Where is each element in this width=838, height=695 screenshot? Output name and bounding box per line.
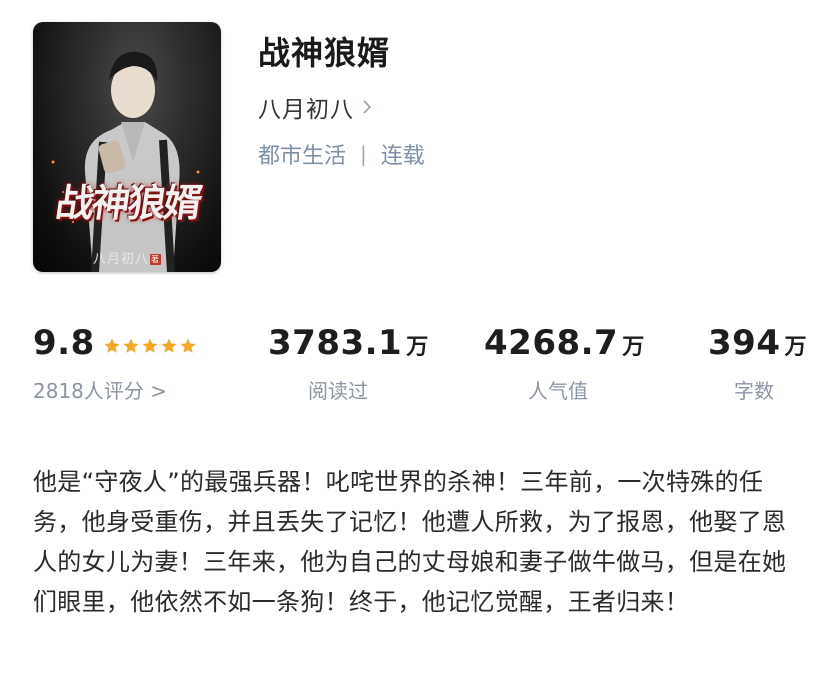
rating-stat: 9.8 2818人评分 > <box>33 323 198 403</box>
words-stat: 394 万 字数 <box>708 323 807 403</box>
popularity-unit: 万 <box>622 335 645 360</box>
reads-stat: 3783.1 万 阅读过 <box>268 323 429 403</box>
status-tag: 连载 <box>380 144 425 169</box>
popularity-stat: 4268.7 万 人气值 <box>484 323 645 403</box>
rating-value: 9.8 <box>33 323 95 363</box>
star-icon <box>123 338 139 353</box>
reads-value: 3783.1 <box>268 323 403 363</box>
cover-artwork <box>51 51 200 272</box>
popularity-value: 4268.7 <box>484 323 619 363</box>
star-icon <box>180 338 196 353</box>
words-label: 字数 <box>734 379 774 403</box>
cover-seal: 著 <box>150 254 161 265</box>
reads-label: 阅读过 <box>308 379 368 403</box>
author-name: 八月初八 <box>258 97 354 123</box>
cover-title-art: 战神狼婿 <box>52 180 204 225</box>
reads-unit: 万 <box>406 335 429 360</box>
book-tags: 都市生活 | 连载 <box>258 138 425 170</box>
rating-count-link[interactable]: 2818人评分 > <box>33 375 167 404</box>
rating-stars <box>103 337 198 355</box>
book-cover[interactable]: 战神狼婿 八月初八著 <box>33 22 221 272</box>
chevron-right-icon <box>363 100 372 114</box>
star-icon <box>104 338 120 353</box>
tag-separator: | <box>360 142 367 166</box>
book-synopsis[interactable]: 他是“守夜人”的最强兵器！叱咤世界的杀神！三年前，一次特殊的任务，他身受重伤，并… <box>33 462 808 622</box>
book-title: 战神狼婿 <box>258 34 391 72</box>
words-value: 394 <box>708 323 781 363</box>
author-link[interactable]: 八月初八 <box>258 90 372 124</box>
category-tag[interactable]: 都市生活 <box>258 138 346 170</box>
star-icon <box>142 338 158 353</box>
words-unit: 万 <box>784 335 807 360</box>
popularity-label: 人气值 <box>528 379 588 403</box>
cover-author-art: 八月初八著 <box>92 252 161 267</box>
star-icon <box>161 338 177 353</box>
